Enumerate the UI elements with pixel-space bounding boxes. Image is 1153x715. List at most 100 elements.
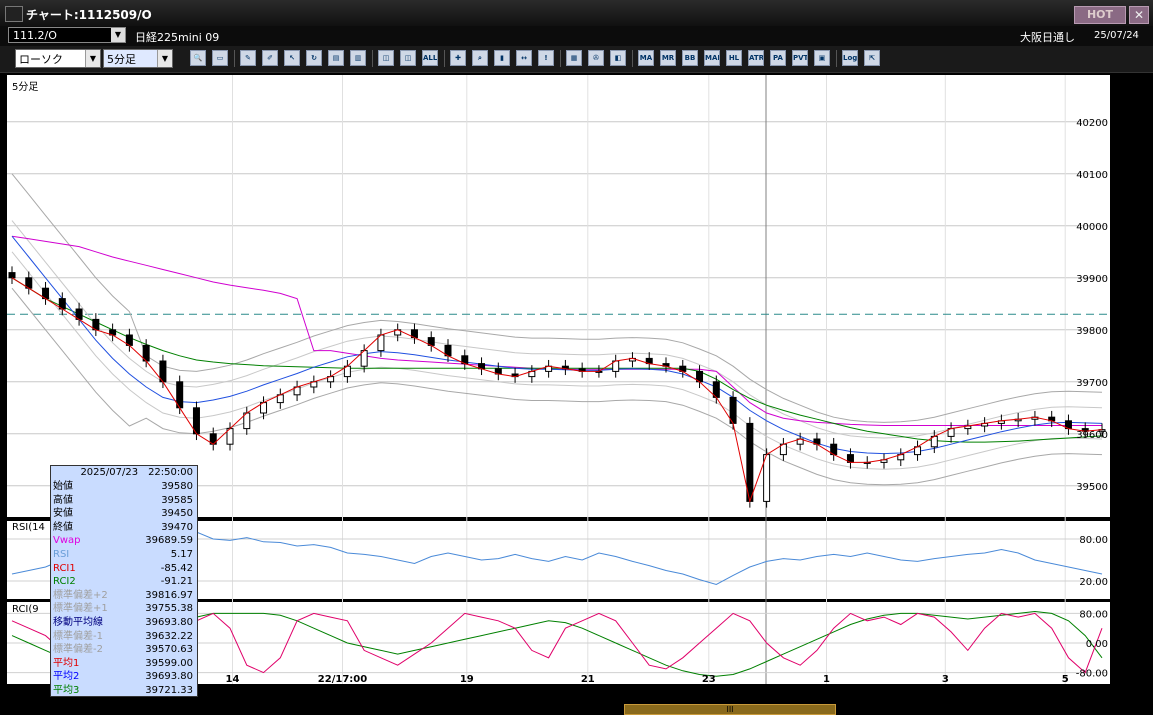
toolbar-separator	[836, 50, 837, 67]
brush-icon[interactable]: ✐	[262, 50, 278, 66]
tooltip-value: 39599.00	[145, 657, 193, 669]
tooltip-row: 始値 39580	[51, 480, 197, 494]
candle-body	[8, 272, 16, 279]
tooltip-value: 39585	[161, 494, 193, 506]
tooltip-label: 平均3	[53, 684, 80, 696]
toolbar-separator	[444, 50, 445, 67]
tooltip-label: 始値	[53, 481, 73, 492]
price-tick-label: 39600	[1076, 430, 1108, 441]
indicator-pvt-icon[interactable]: PVT	[792, 50, 808, 66]
tooltip-row: 標準偏差+1 39755.38	[51, 602, 197, 616]
rsi-tick-label: 20.00	[1079, 577, 1108, 588]
app-icon	[5, 6, 23, 22]
toolbar-separator	[560, 50, 561, 67]
tooltip-label: RCI2	[53, 576, 76, 588]
rci-tick-label: 80.00	[1079, 609, 1108, 620]
tooltip-value: 39580	[161, 481, 193, 492]
tooltip-value: 39470	[161, 521, 193, 533]
tooltip-row: RCI1 -85.42	[51, 562, 197, 576]
current-date: 25/07/24	[1094, 30, 1139, 41]
tooltip-value: 39693.80	[145, 671, 193, 683]
palette-icon[interactable]: ◧	[610, 50, 626, 66]
chevron-down-icon[interactable]: ▼	[157, 50, 172, 67]
grid-icon[interactable]: ▦	[566, 50, 582, 66]
tooltip-label: 移動平均線	[53, 616, 103, 628]
tooltip-row: RSI 5.17	[51, 548, 197, 562]
toolbar-separator	[632, 50, 633, 67]
all-icon[interactable]: ALL	[422, 50, 438, 66]
chart-type-select[interactable]: ローソク ▼	[15, 49, 101, 68]
document-icon[interactable]: ▤	[328, 50, 344, 66]
indicator-ma-icon[interactable]: MA	[638, 50, 654, 66]
tooltip-datetime: 2025/07/23 22:50:00	[80, 467, 193, 478]
export-icon[interactable]: ⇱	[864, 50, 880, 66]
close-button[interactable]: ✕	[1129, 6, 1149, 24]
interval-select[interactable]: 5分足 ▼	[103, 49, 173, 68]
trash-icon[interactable]: ▥	[350, 50, 366, 66]
code-value: 111.2/O	[13, 29, 57, 42]
price-tick-label: 39900	[1076, 274, 1108, 285]
code-select[interactable]: 111.2/O ▼	[8, 27, 126, 43]
log-icon[interactable]: Log	[842, 50, 858, 66]
zoom-icon[interactable]: 🔍	[190, 50, 206, 66]
chevron-down-icon[interactable]: ▼	[111, 28, 125, 42]
pen-icon[interactable]: ✎	[240, 50, 256, 66]
title-bar: チャート:1112509/O HOT ✕	[0, 0, 1153, 27]
tooltip-value: 39450	[161, 508, 193, 520]
indicator-mae-icon[interactable]: MAE	[704, 50, 720, 66]
tooltip-label: 標準偏差+2	[53, 589, 108, 601]
arrows-icon[interactable]: ↔	[516, 50, 532, 66]
price-tick-label: 40000	[1076, 222, 1108, 233]
refresh-icon[interactable]: ↻	[306, 50, 322, 66]
tooltip-value: 39693.80	[145, 616, 193, 628]
cursor-icon[interactable]: ↖	[284, 50, 300, 66]
frame-icon[interactable]: ▣	[814, 50, 830, 66]
tooltip-label: RCI1	[53, 562, 76, 574]
lower-band-2	[11, 287, 1103, 486]
indicator-hl-icon[interactable]: HL	[726, 50, 742, 66]
crosshair-icon[interactable]: ✚	[450, 50, 466, 66]
tooltip-label: 標準偏差-2	[53, 644, 103, 656]
tooltip-row: 平均2 39693.80	[51, 670, 197, 684]
x-tick-label: 22/17:00	[318, 674, 367, 684]
window-title: チャート:1112509/O	[26, 8, 152, 22]
info-icon[interactable]: !	[538, 50, 554, 66]
tooltip-row: 標準偏差+2 39816.97	[51, 589, 197, 603]
indicator-mr-icon[interactable]: MR	[660, 50, 676, 66]
tooltip-row: 平均3 39721.33	[51, 684, 197, 698]
bar-chart-icon[interactable]: ▮	[494, 50, 510, 66]
window-icon[interactable]: ▭	[212, 50, 228, 66]
tooltip-value: -85.42	[160, 562, 193, 574]
tooltip-row: 安値 39450	[51, 507, 197, 521]
tooltip-row: 平均1 39599.00	[51, 657, 197, 671]
chevron-down-icon[interactable]: ▼	[85, 50, 100, 67]
price-tick-label: 40200	[1076, 118, 1108, 129]
candle-in-icon[interactable]: ◫	[378, 50, 394, 66]
tooltip-row: 高値 39585	[51, 494, 197, 508]
indicator-bb-icon[interactable]: BB	[682, 50, 698, 66]
scroll-bar[interactable]	[0, 704, 1153, 715]
tooltip-value: 39816.97	[145, 589, 193, 601]
rsi-panel-label: RSI(14	[12, 522, 45, 533]
price-tick-label: 39700	[1076, 378, 1108, 389]
rci-panel-label: RCI(9	[12, 604, 39, 615]
tooltip-row: 移動平均線 39693.80	[51, 616, 197, 630]
candle-out-icon[interactable]: ◫	[400, 50, 416, 66]
search-chart-icon[interactable]: ⌕	[472, 50, 488, 66]
instrument-name: 日経225mini 09	[135, 31, 220, 44]
toolbar-separator	[234, 50, 235, 67]
tooltip-value: 5.17	[170, 548, 193, 560]
x-tick-label: 5	[1062, 674, 1069, 684]
x-tick-label: 19	[460, 674, 474, 684]
indicator-pa-icon[interactable]: PA	[770, 50, 786, 66]
tooltip-row: RCI2 -91.21	[51, 575, 197, 589]
wrench-icon[interactable]: ✇	[588, 50, 604, 66]
hot-button[interactable]: HOT	[1074, 6, 1126, 24]
scroll-thumb[interactable]: III	[624, 704, 836, 715]
tooltip-label: 標準偏差+1	[53, 603, 108, 615]
indicator-atr-icon[interactable]: ATR	[748, 50, 764, 66]
tooltip-label: 終値	[53, 521, 73, 533]
tooltip-value: 39689.59	[145, 535, 193, 547]
tooltip-label: RSI	[53, 548, 70, 560]
main-panel-label: 5分足	[12, 82, 39, 93]
